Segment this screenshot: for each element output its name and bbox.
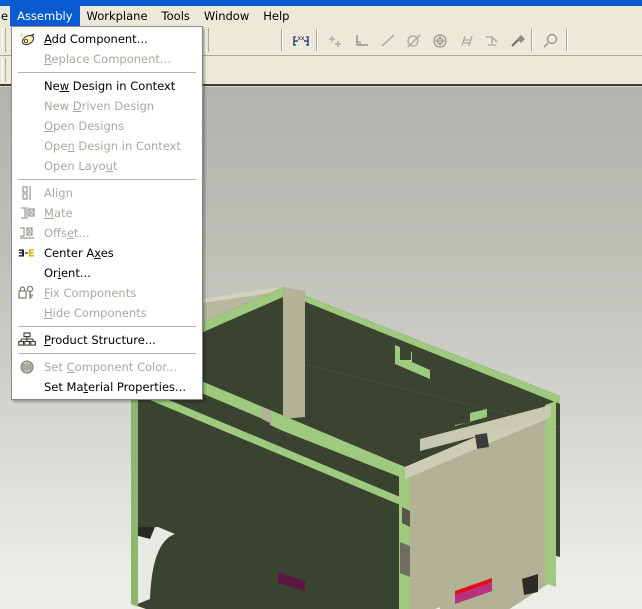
menu-option-label: Offset...	[44, 226, 90, 240]
menu-option-new-design-in-context[interactable]: New Design in Context	[12, 76, 202, 96]
menu-option-align[interactable]: Align	[12, 183, 202, 203]
menu-option-label: Replace Component...	[44, 52, 171, 66]
menu-option-label: Set Component Color...	[44, 360, 177, 374]
menu-separator-4	[18, 353, 196, 354]
menu-option-label: Fix Components	[44, 286, 137, 300]
menu-separator-2	[18, 179, 196, 180]
menu-option-product-structure[interactable]: Product Structure...	[12, 330, 202, 350]
add-component-icon	[17, 30, 37, 48]
svg-text:E: E	[28, 249, 35, 260]
toolbar-separator-4	[566, 29, 568, 51]
menu-option-label: Set Material Properties...	[44, 380, 187, 394]
menu-option-set-material-properties[interactable]: Set Material Properties...	[12, 377, 202, 397]
center-axes-icon: Ǝ E	[17, 244, 37, 262]
menu-bar: e Assembly Workplane Tools Window Help	[0, 6, 642, 26]
menu-option-label: Product Structure...	[44, 333, 156, 347]
application-window: e Assembly Workplane Tools Window Help x…	[0, 0, 642, 609]
menu-item-window[interactable]: Window	[197, 6, 256, 26]
notch-back-dark	[400, 345, 411, 360]
perpendicular-icon[interactable]	[351, 30, 373, 52]
add-point-icon[interactable]	[325, 30, 347, 52]
edge-right-outer	[545, 401, 556, 587]
menu-option-label: Orient...	[44, 266, 91, 280]
constraint-anchor-icon[interactable]	[481, 30, 503, 52]
menu-item-assembly[interactable]: Assembly	[10, 6, 80, 26]
panel-divider-light	[283, 287, 305, 419]
menu-option-center-axes[interactable]: Ǝ E Center Axes	[12, 243, 202, 263]
mate-icon	[17, 204, 37, 222]
menu-option-mate[interactable]: Mate	[12, 203, 202, 223]
menu-separator-1	[18, 72, 196, 73]
menu-option-open-layout[interactable]: Open Layout	[12, 156, 202, 176]
seam-right-panel	[400, 542, 410, 577]
line-icon[interactable]	[377, 30, 399, 52]
svg-text:xx: xx	[297, 35, 305, 42]
toolbar-separator-3	[531, 29, 533, 51]
menu-option-label: Mate	[44, 206, 73, 220]
menu-option-label: Open Designs	[44, 119, 125, 133]
menu-option-fix-components[interactable]: Fix Components	[12, 283, 202, 303]
dimension-xx-icon[interactable]: xx	[290, 30, 312, 52]
menu-item-file-clipped[interactable]: e	[0, 6, 10, 26]
menu-option-label: Center Axes	[44, 246, 114, 260]
concentric-icon[interactable]	[429, 30, 451, 52]
menu-option-label: Align	[44, 186, 73, 200]
menu-option-label: Add Component...	[44, 32, 148, 46]
assembly-dropdown-menu[interactable]: Add Component... Replace Component... Ne…	[11, 26, 203, 400]
offset-icon	[17, 224, 37, 242]
menu-option-add-component[interactable]: Add Component...	[12, 29, 202, 49]
menu-option-label: Open Design in Context	[44, 139, 181, 153]
zoom-magnifier-icon[interactable]	[540, 30, 562, 52]
fix-pin-icon[interactable]	[507, 30, 529, 52]
menu-option-offset[interactable]: Offset...	[12, 223, 202, 243]
toolbar-grip-3[interactable]	[2, 58, 6, 82]
menu-separator-3	[18, 326, 196, 327]
svg-text:Ǝ: Ǝ	[18, 249, 25, 260]
menu-option-hide-components[interactable]: Hide Components	[12, 303, 202, 323]
product-structure-icon	[17, 331, 37, 349]
set-component-color-icon	[17, 358, 37, 376]
menu-option-set-component-color[interactable]: Set Component Color...	[12, 357, 202, 377]
fix-components-icon	[17, 284, 37, 302]
toolbar-separator-2	[316, 29, 318, 51]
menu-option-label: New Driven Design	[44, 99, 155, 113]
align-icon	[17, 184, 37, 202]
menu-option-orient[interactable]: Orient...	[12, 263, 202, 283]
menu-option-replace-component[interactable]: Replace Component...	[12, 49, 202, 69]
toolbar-grip-2[interactable]	[205, 28, 209, 52]
menu-option-new-driven-design[interactable]: New Driven Design	[12, 96, 202, 116]
edge-right-corner-vertical	[399, 467, 410, 609]
menu-item-workplane[interactable]: Workplane	[80, 6, 155, 26]
menu-option-label: Open Layout	[44, 159, 118, 173]
notch-right-inner	[474, 433, 490, 449]
tangent-circle-icon[interactable]	[403, 30, 425, 52]
equal-length-icon[interactable]	[455, 30, 477, 52]
menu-item-assembly-label: Assembly	[17, 9, 73, 23]
menu-item-tools[interactable]: Tools	[155, 6, 197, 26]
menu-option-label: New Design in Context	[44, 79, 176, 93]
toolbar-separator-1	[281, 29, 283, 51]
toolbar-grip-1[interactable]	[2, 28, 6, 52]
menu-option-open-designs[interactable]: Open Designs	[12, 116, 202, 136]
menu-option-label: Hide Components	[44, 306, 147, 320]
menu-option-open-design-in-context[interactable]: Open Design in Context	[12, 136, 202, 156]
menu-item-help[interactable]: Help	[256, 6, 296, 26]
